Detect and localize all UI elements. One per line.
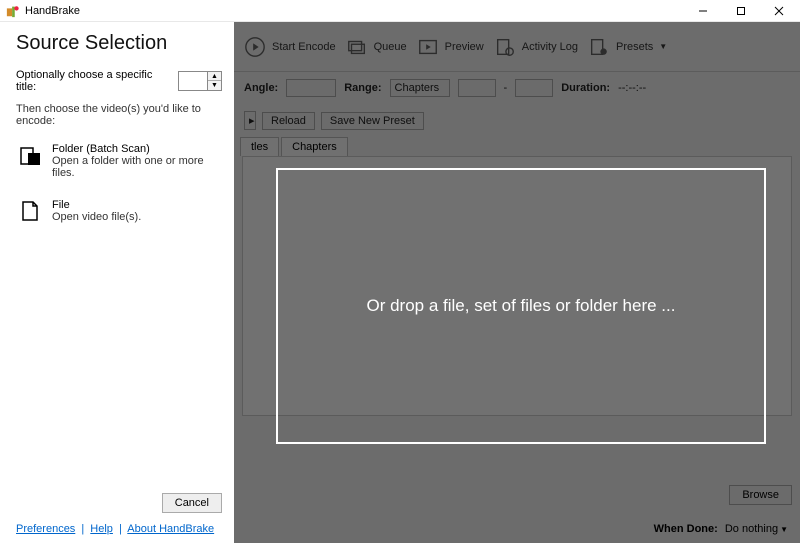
title-prompt: Optionally choose a specific title: — [16, 69, 172, 93]
title-spinner[interactable]: ▲ ▼ — [178, 71, 222, 91]
play-icon — [244, 36, 266, 58]
sub-prompt: Then choose the video(s) you'd like to e… — [16, 103, 222, 127]
duration-value: --:--:-- — [618, 82, 646, 94]
spinner-up[interactable]: ▲ — [208, 72, 221, 81]
activity-log-button[interactable]: Activity Log — [494, 36, 578, 58]
panel-title: Source Selection — [16, 32, 222, 55]
chevron-down-icon: ▼ — [659, 42, 667, 51]
queue-label: Queue — [374, 41, 407, 53]
help-link[interactable]: Help — [90, 523, 113, 535]
tab-chapters[interactable]: Chapters — [281, 137, 348, 156]
handbrake-app-icon — [6, 4, 20, 18]
reload-button[interactable]: Reload — [262, 112, 315, 130]
range-to[interactable] — [515, 79, 553, 97]
footer-links: Preferences | Help | About HandBrake — [16, 523, 222, 535]
folder-icon — [18, 143, 42, 167]
about-link[interactable]: About HandBrake — [127, 523, 214, 535]
range-from[interactable] — [458, 79, 496, 97]
open-file-item[interactable]: File Open video file(s). — [18, 199, 222, 223]
browse-button[interactable]: Browse — [729, 485, 792, 505]
tab-subtitles[interactable]: tles — [240, 137, 279, 156]
preset-expander[interactable]: ▸ — [244, 111, 256, 130]
preview-icon — [417, 36, 439, 58]
chevron-down-icon: ▼ — [780, 525, 788, 534]
presets-icon — [588, 36, 610, 58]
titlebar: HandBrake — [0, 0, 800, 22]
maximize-button[interactable] — [722, 1, 760, 20]
folder-label: Folder (Batch Scan) — [52, 143, 222, 155]
when-done-select[interactable]: Do nothing▼ — [725, 523, 788, 535]
activity-log-label: Activity Log — [522, 41, 578, 53]
cancel-button[interactable]: Cancel — [162, 493, 222, 513]
close-button[interactable] — [760, 1, 798, 20]
file-desc: Open video file(s). — [52, 211, 141, 223]
app-title: HandBrake — [25, 5, 80, 17]
bg-source-row: Angle: Range: Chapters - Duration: --:--… — [234, 72, 800, 104]
minimize-button[interactable] — [684, 1, 722, 20]
save-new-preset-button[interactable]: Save New Preset — [321, 112, 424, 130]
start-encode-label: Start Encode — [272, 41, 336, 53]
spinner-down[interactable]: ▼ — [208, 81, 221, 90]
file-dropzone[interactable]: Or drop a file, set of files or folder h… — [276, 168, 766, 444]
preview-label: Preview — [445, 41, 484, 53]
angle-select[interactable] — [286, 79, 336, 97]
preview-button[interactable]: Preview — [417, 36, 484, 58]
dropzone-text: Or drop a file, set of files or folder h… — [367, 296, 676, 316]
bg-preset-row: ▸ Reload Save New Preset — [234, 104, 800, 137]
duration-label: Duration: — [561, 82, 610, 94]
presets-button[interactable]: Presets ▼ — [588, 36, 667, 58]
bg-toolbar: Start Encode Queue Preview Activity Log … — [234, 22, 800, 72]
file-label: File — [52, 199, 141, 211]
queue-button[interactable]: Queue — [346, 36, 407, 58]
presets-label: Presets — [616, 41, 653, 53]
start-encode-button[interactable]: Start Encode — [244, 36, 336, 58]
folder-desc: Open a folder with one or more files. — [52, 155, 222, 179]
range-sep: - — [504, 82, 508, 94]
bg-tabs: tles Chapters — [234, 137, 800, 156]
when-done-label: When Done: — [654, 523, 718, 535]
file-icon — [18, 199, 42, 223]
range-select[interactable]: Chapters — [390, 79, 450, 97]
range-label: Range: — [344, 82, 381, 94]
queue-icon — [346, 36, 368, 58]
source-selection-panel: Source Selection Optionally choose a spe… — [0, 22, 234, 543]
angle-label: Angle: — [244, 82, 278, 94]
activity-log-icon — [494, 36, 516, 58]
preferences-link[interactable]: Preferences — [16, 523, 75, 535]
open-folder-item[interactable]: Folder (Batch Scan) Open a folder with o… — [18, 143, 222, 179]
title-spinner-input[interactable] — [179, 72, 207, 90]
